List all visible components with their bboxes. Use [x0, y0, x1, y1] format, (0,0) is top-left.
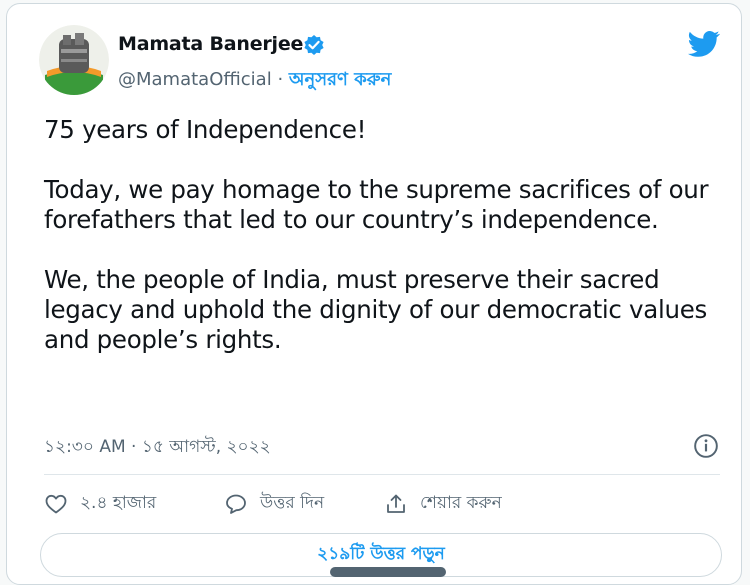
- verified-badge-icon: [304, 35, 324, 55]
- like-button[interactable]: ২.৪ হাজার: [44, 490, 156, 518]
- like-count: ২.৪ হাজার: [80, 493, 157, 513]
- reply-label: উত্তর দিন: [260, 493, 325, 513]
- scrollbar-thumb[interactable]: [330, 567, 446, 577]
- author-meta: @MamataOfficial · অনুসরণ করুন: [118, 65, 391, 96]
- separator-dot: ·: [277, 69, 284, 90]
- tweet-timestamp[interactable]: ১২:৩০ AM · ১৫ আগস্ট, ২০২২: [44, 434, 271, 462]
- tweet-card: Mamata Banerjee @MamataOfficial · অনুসরণ…: [6, 3, 742, 585]
- reply-button[interactable]: উত্তর দিন: [224, 490, 324, 518]
- heart-icon: [45, 494, 67, 514]
- avatar[interactable]: [39, 25, 109, 95]
- share-label: শেয়ার করুন: [420, 493, 502, 513]
- twitter-bird-icon[interactable]: [688, 30, 720, 58]
- reply-bubble-icon: [226, 494, 246, 514]
- tweet-paragraph: Today, we pay homage to the supreme sacr…: [44, 175, 709, 234]
- tweet-paragraph: We, the people of India, must preserve t…: [44, 265, 707, 354]
- author-handle[interactable]: @MamataOfficial: [118, 69, 272, 90]
- tweet-paragraph: 75 years of Independence!: [44, 115, 367, 144]
- info-icon[interactable]: [693, 433, 719, 459]
- share-button[interactable]: শেয়ার করুন: [384, 490, 502, 518]
- follow-link[interactable]: অনুসরণ করুন: [289, 69, 391, 90]
- tweet-body: 75 years of Independence! Today, we pay …: [44, 115, 714, 355]
- author-name[interactable]: Mamata Banerjee: [118, 33, 303, 55]
- divider: [44, 474, 720, 475]
- share-icon: [387, 494, 405, 513]
